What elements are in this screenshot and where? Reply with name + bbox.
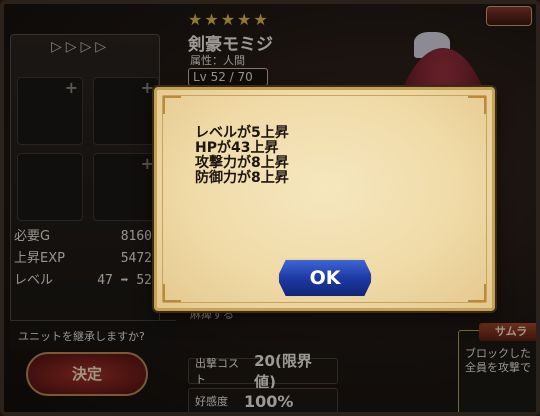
level-up-dialog: レベルが5上昇 HPが43上昇 攻撃力が8上昇 防御力が8上昇 OK (154, 87, 495, 311)
corner-ornament (163, 96, 181, 114)
message-line-hp: HPが43上昇 (195, 140, 279, 156)
message-line-attack: 攻撃力が8上昇 (195, 155, 289, 171)
ok-button[interactable]: OK (277, 258, 373, 298)
game-screen: ▷▷▷▷ + + + 必要G 8160 上昇EXP 5472 レベル 47 ➡ … (0, 0, 540, 416)
corner-ornament (468, 284, 486, 302)
level-up-message: レベルが5上昇 HPが43上昇 攻撃力が8上昇 防御力が8上昇 (195, 126, 289, 186)
message-line-level: レベルが5上昇 (195, 125, 289, 141)
message-line-defense: 防御力が8上昇 (195, 170, 289, 186)
corner-ornament (163, 284, 181, 302)
corner-ornament (468, 96, 486, 114)
